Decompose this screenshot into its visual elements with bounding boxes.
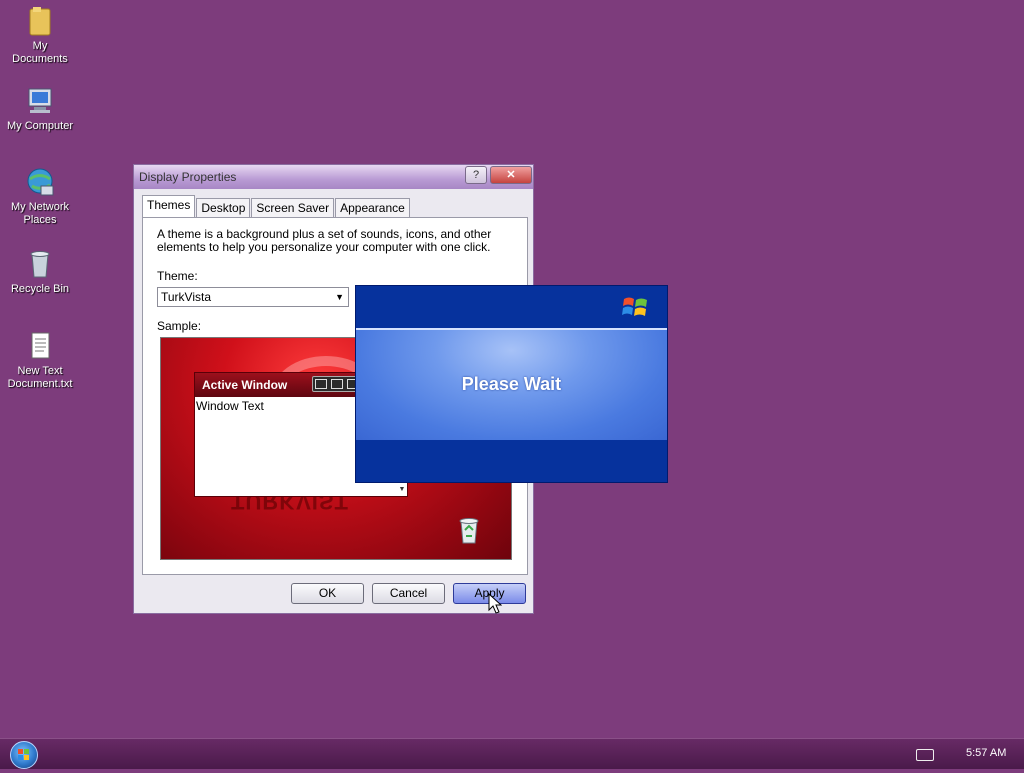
desktop-icon-text-file[interactable]: New Text Document.txt: [0, 330, 80, 391]
recycle-bin-icon: [24, 248, 56, 280]
windows-logo-icon: [621, 293, 651, 321]
close-button[interactable]: ✕: [490, 166, 532, 184]
windows-logo-icon: [18, 749, 29, 760]
network-icon: [24, 166, 56, 198]
sample-label: Sample:: [157, 319, 202, 333]
desktop-icon-recycle-bin[interactable]: Recycle Bin: [0, 248, 80, 296]
splash-bottom-band: [356, 440, 667, 482]
chevron-down-icon[interactable]: ▼: [335, 288, 344, 306]
desktop-icon-label: My Network Places: [10, 201, 70, 226]
theme-label: Theme:: [157, 269, 198, 283]
scroll-down-icon: ▼: [398, 486, 406, 493]
theme-dropdown-value: TurkVista: [161, 290, 212, 304]
desktop-icon-label: Recycle Bin: [10, 283, 70, 295]
tab-desktop[interactable]: Desktop: [196, 198, 251, 217]
please-wait-text: Please Wait: [461, 374, 562, 394]
text-file-icon: [24, 330, 56, 362]
maximize-icon: [331, 379, 343, 389]
desktop-icon-my-documents[interactable]: My Documents: [0, 5, 80, 66]
please-wait-splash: Please Wait: [355, 285, 668, 483]
start-button[interactable]: [10, 741, 38, 769]
splash-divider: [356, 328, 667, 330]
tab-themes[interactable]: Themes: [142, 195, 196, 217]
folder-icon: [24, 5, 56, 37]
desktop-icon-label: My Documents: [12, 40, 68, 65]
tab-screen-saver[interactable]: Screen Saver: [251, 198, 335, 217]
theme-dropdown[interactable]: TurkVista ▼: [157, 287, 349, 307]
taskbar: 5:57 AM: [0, 738, 1024, 769]
recycle-bin-icon: [457, 516, 481, 544]
ok-button[interactable]: OK: [291, 583, 364, 604]
tab-strip: Themes Desktop Screen Saver Appearance: [142, 195, 411, 218]
window-title: Display Properties: [139, 170, 237, 184]
cancel-button[interactable]: Cancel: [372, 583, 445, 604]
computer-icon: [24, 85, 56, 117]
desktop-icon-my-computer[interactable]: My Computer: [0, 85, 80, 133]
desktop-icon-network-places[interactable]: My Network Places: [0, 166, 80, 227]
keyboard-icon[interactable]: [916, 749, 934, 761]
taskbar-clock[interactable]: 5:57 AM: [966, 747, 1006, 759]
desktop-icon-label: New Text Document.txt: [7, 365, 73, 390]
desktop-icon-label: My Computer: [6, 120, 74, 132]
minimize-icon: [315, 379, 327, 389]
tab-appearance[interactable]: Appearance: [335, 198, 410, 217]
theme-description: A theme is a background plus a set of so…: [157, 227, 492, 254]
help-button[interactable]: ?: [465, 166, 487, 184]
